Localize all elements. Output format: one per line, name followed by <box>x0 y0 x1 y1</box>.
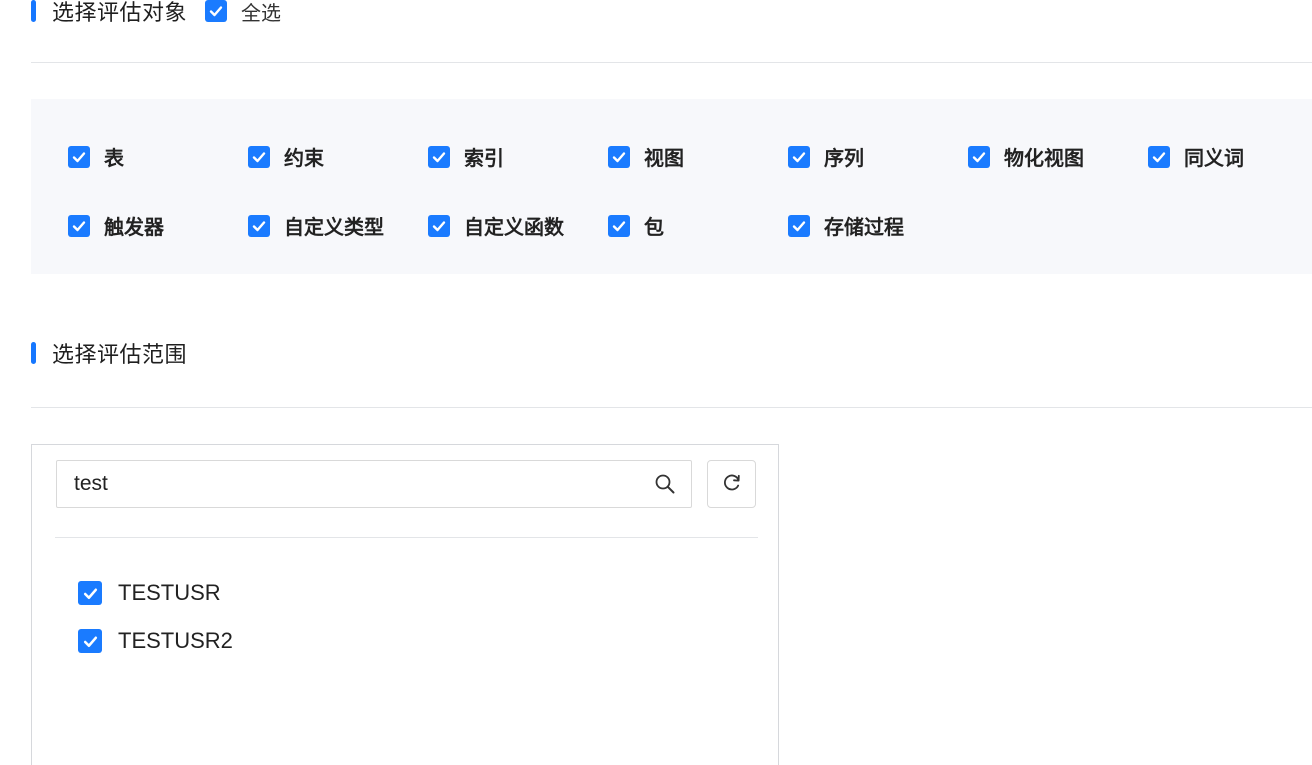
checkbox-checked-icon <box>78 629 102 653</box>
select-all-label: 全选 <box>241 0 282 25</box>
object-checkbox-custom-function[interactable]: 自定义函数 <box>428 211 564 240</box>
object-type-panel: 表 约束 索引 视图 序列 物化视图 同义词 触发器 自定义类型 自定义函数 包… <box>31 99 1312 274</box>
checkbox-checked-icon <box>788 214 810 237</box>
object-label: 视图 <box>644 146 684 170</box>
scope-section-header: 选择评估范围 <box>31 338 187 368</box>
checkbox-checked-icon <box>78 581 102 605</box>
search-input[interactable] <box>57 463 636 505</box>
user-checkbox-testusr2[interactable]: TESTUSR2 <box>78 628 233 654</box>
objects-section-header: 选择评估对象 全选 <box>31 0 281 26</box>
object-checkbox-index[interactable]: 索引 <box>428 142 504 171</box>
checkbox-checked-icon <box>248 145 270 168</box>
object-checkbox-synonym[interactable]: 同义词 <box>1148 142 1244 171</box>
checkbox-checked-icon <box>788 145 810 168</box>
search-box <box>56 460 692 508</box>
objects-section-title: 选择评估对象 <box>52 1 188 26</box>
refresh-button[interactable] <box>707 460 756 508</box>
object-checkbox-sequence[interactable]: 序列 <box>788 142 864 171</box>
user-label: TESTUSR2 <box>118 628 233 653</box>
checkbox-checked-icon <box>68 145 90 168</box>
object-label: 自定义函数 <box>464 215 564 239</box>
object-checkbox-table[interactable]: 表 <box>68 142 124 171</box>
object-label: 表 <box>104 146 124 170</box>
checkbox-checked-icon <box>248 214 270 237</box>
checkbox-checked-icon <box>1148 145 1170 168</box>
checkbox-checked-icon <box>608 214 630 237</box>
section-accent-bar <box>31 0 36 22</box>
checkbox-checked-icon <box>968 145 990 168</box>
select-all-checkbox[interactable]: 全选 <box>205 0 281 26</box>
scope-divider <box>55 537 758 538</box>
checkbox-checked-icon <box>608 145 630 168</box>
checkbox-checked-icon <box>205 0 228 22</box>
section-divider <box>31 407 1312 408</box>
refresh-icon <box>721 471 743 497</box>
object-checkbox-constraint[interactable]: 约束 <box>248 142 324 171</box>
section-accent-bar <box>31 342 36 364</box>
object-label: 存储过程 <box>824 215 904 239</box>
object-label: 物化视图 <box>1004 146 1084 170</box>
object-label: 约束 <box>284 146 324 170</box>
object-checkbox-package[interactable]: 包 <box>608 211 664 240</box>
evaluation-settings-page: 选择评估对象 全选 表 约束 索引 视图 序列 物化视图 同义词 触发器 自定义… <box>0 0 1312 765</box>
object-checkbox-stored-procedure[interactable]: 存储过程 <box>788 211 904 240</box>
object-label: 同义词 <box>1184 146 1244 170</box>
checkbox-checked-icon <box>68 214 90 237</box>
object-label: 触发器 <box>104 215 164 239</box>
scope-section-title: 选择评估范围 <box>52 343 188 368</box>
scope-selection-box: TESTUSR TESTUSR2 <box>31 444 779 765</box>
search-icon[interactable] <box>654 473 676 495</box>
object-checkbox-view[interactable]: 视图 <box>608 142 684 171</box>
object-checkbox-trigger[interactable]: 触发器 <box>68 211 164 240</box>
object-label: 自定义类型 <box>284 215 384 239</box>
object-label: 序列 <box>824 146 864 170</box>
section-divider <box>31 62 1312 63</box>
object-checkbox-materialized-view[interactable]: 物化视图 <box>968 142 1084 171</box>
object-label: 索引 <box>464 146 504 170</box>
checkbox-checked-icon <box>428 145 450 168</box>
checkbox-checked-icon <box>428 214 450 237</box>
user-label: TESTUSR <box>118 580 221 605</box>
object-checkbox-custom-type[interactable]: 自定义类型 <box>248 211 384 240</box>
user-checkbox-testusr[interactable]: TESTUSR <box>78 580 221 606</box>
object-label: 包 <box>644 215 664 239</box>
